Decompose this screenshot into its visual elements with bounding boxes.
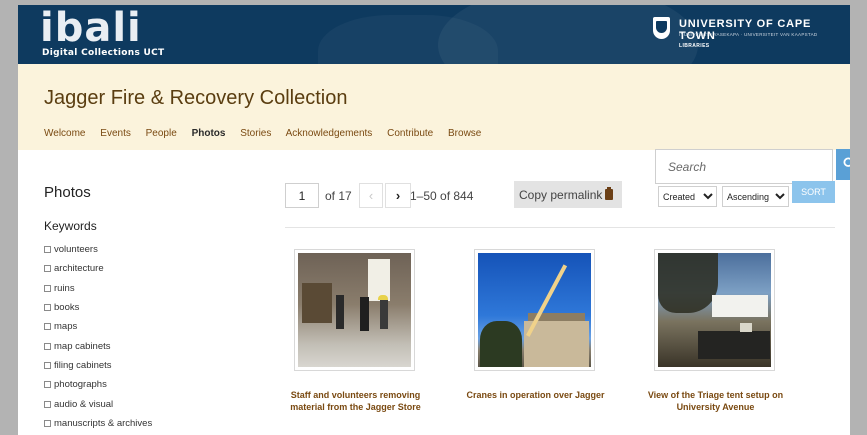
sort-order-select[interactable]: Ascending — [722, 186, 789, 207]
collection-title[interactable]: Jagger Fire & Recovery Collection — [44, 87, 347, 110]
nav-welcome[interactable]: Welcome — [44, 128, 86, 139]
checkbox[interactable] — [44, 381, 51, 389]
checkbox[interactable] — [44, 265, 51, 273]
logo-subtitle: Digital Collections UCT — [42, 48, 165, 58]
search-icon — [843, 157, 850, 167]
sidebar-title: Photos — [44, 184, 91, 201]
page-number-input[interactable] — [285, 183, 319, 208]
next-page-button[interactable]: › — [385, 183, 411, 208]
sort-field-select[interactable]: Created — [658, 186, 717, 207]
checkbox[interactable] — [44, 284, 51, 292]
keyword-item[interactable]: manuscripts & archives — [44, 414, 152, 433]
result-range: 1–50 of 844 — [410, 189, 474, 203]
keyword-list: volunteers architecture ruins books maps… — [44, 240, 152, 433]
keyword-item[interactable]: audio & visual — [44, 394, 152, 413]
nav-browse[interactable]: Browse — [448, 128, 481, 139]
ibali-logo[interactable]: ibali — [40, 7, 142, 49]
search-button[interactable] — [836, 149, 850, 180]
checkbox[interactable] — [44, 342, 51, 350]
checkbox[interactable] — [44, 419, 51, 427]
prev-page-button[interactable]: ‹ — [359, 183, 383, 208]
site-header: ibali Digital Collections UCT UNIVERSITY… — [18, 5, 850, 64]
keyword-item[interactable]: architecture — [44, 259, 152, 278]
keyword-item[interactable]: maps — [44, 317, 152, 336]
page: ibali Digital Collections UCT UNIVERSITY… — [18, 5, 850, 435]
clipboard-icon — [605, 186, 614, 200]
keyword-item[interactable]: volunteers — [44, 240, 152, 259]
collection-header: Jagger Fire & Recovery Collection Welcom… — [18, 64, 850, 150]
nav-acknowledgements[interactable]: Acknowledgements — [286, 128, 373, 139]
divider — [285, 227, 835, 228]
collection-nav: Welcome Events People Photos Stories Ack… — [44, 128, 493, 139]
keyword-item[interactable]: photographs — [44, 375, 152, 394]
checkbox[interactable] — [44, 400, 51, 408]
photo-caption[interactable]: Staff and volunteers removing material f… — [278, 389, 433, 413]
nav-people[interactable]: People — [146, 128, 177, 139]
photo-thumbnail[interactable] — [654, 249, 775, 371]
page-count: of 17 — [325, 189, 352, 203]
keyword-item[interactable]: filing cabinets — [44, 356, 152, 375]
photo-thumbnail[interactable] — [474, 249, 595, 371]
sort-button[interactable]: SORT — [792, 181, 835, 203]
university-tagline: IYUNIVESITHI YASEKAPA · UNIVERSITEIT VAN… — [679, 32, 818, 37]
keyword-item[interactable]: ruins — [44, 279, 152, 298]
keyword-item[interactable]: map cabinets — [44, 336, 152, 355]
university-name[interactable]: UNIVERSITY OF CAPE TOWN — [679, 18, 850, 42]
photo-caption[interactable]: View of the Triage tent setup on Univers… — [638, 389, 793, 413]
keyword-item[interactable]: books — [44, 298, 152, 317]
university-unit: LIBRARIES — [679, 43, 710, 49]
checkbox[interactable] — [44, 361, 51, 369]
checkbox[interactable] — [44, 246, 51, 254]
nav-stories[interactable]: Stories — [240, 128, 271, 139]
photo-caption[interactable]: Cranes in operation over Jagger — [458, 389, 613, 401]
nav-events[interactable]: Events — [100, 128, 131, 139]
photo-thumbnail[interactable] — [294, 249, 415, 371]
nav-photos[interactable]: Photos — [192, 128, 226, 139]
search-input[interactable] — [656, 150, 836, 183]
search-box — [655, 149, 850, 184]
uct-crest-icon — [653, 17, 670, 39]
nav-contribute[interactable]: Contribute — [387, 128, 433, 139]
keywords-title: Keywords — [44, 219, 97, 233]
copy-permalink-button[interactable]: Copy permalink — [514, 181, 622, 208]
checkbox[interactable] — [44, 323, 51, 331]
checkbox[interactable] — [44, 304, 51, 312]
